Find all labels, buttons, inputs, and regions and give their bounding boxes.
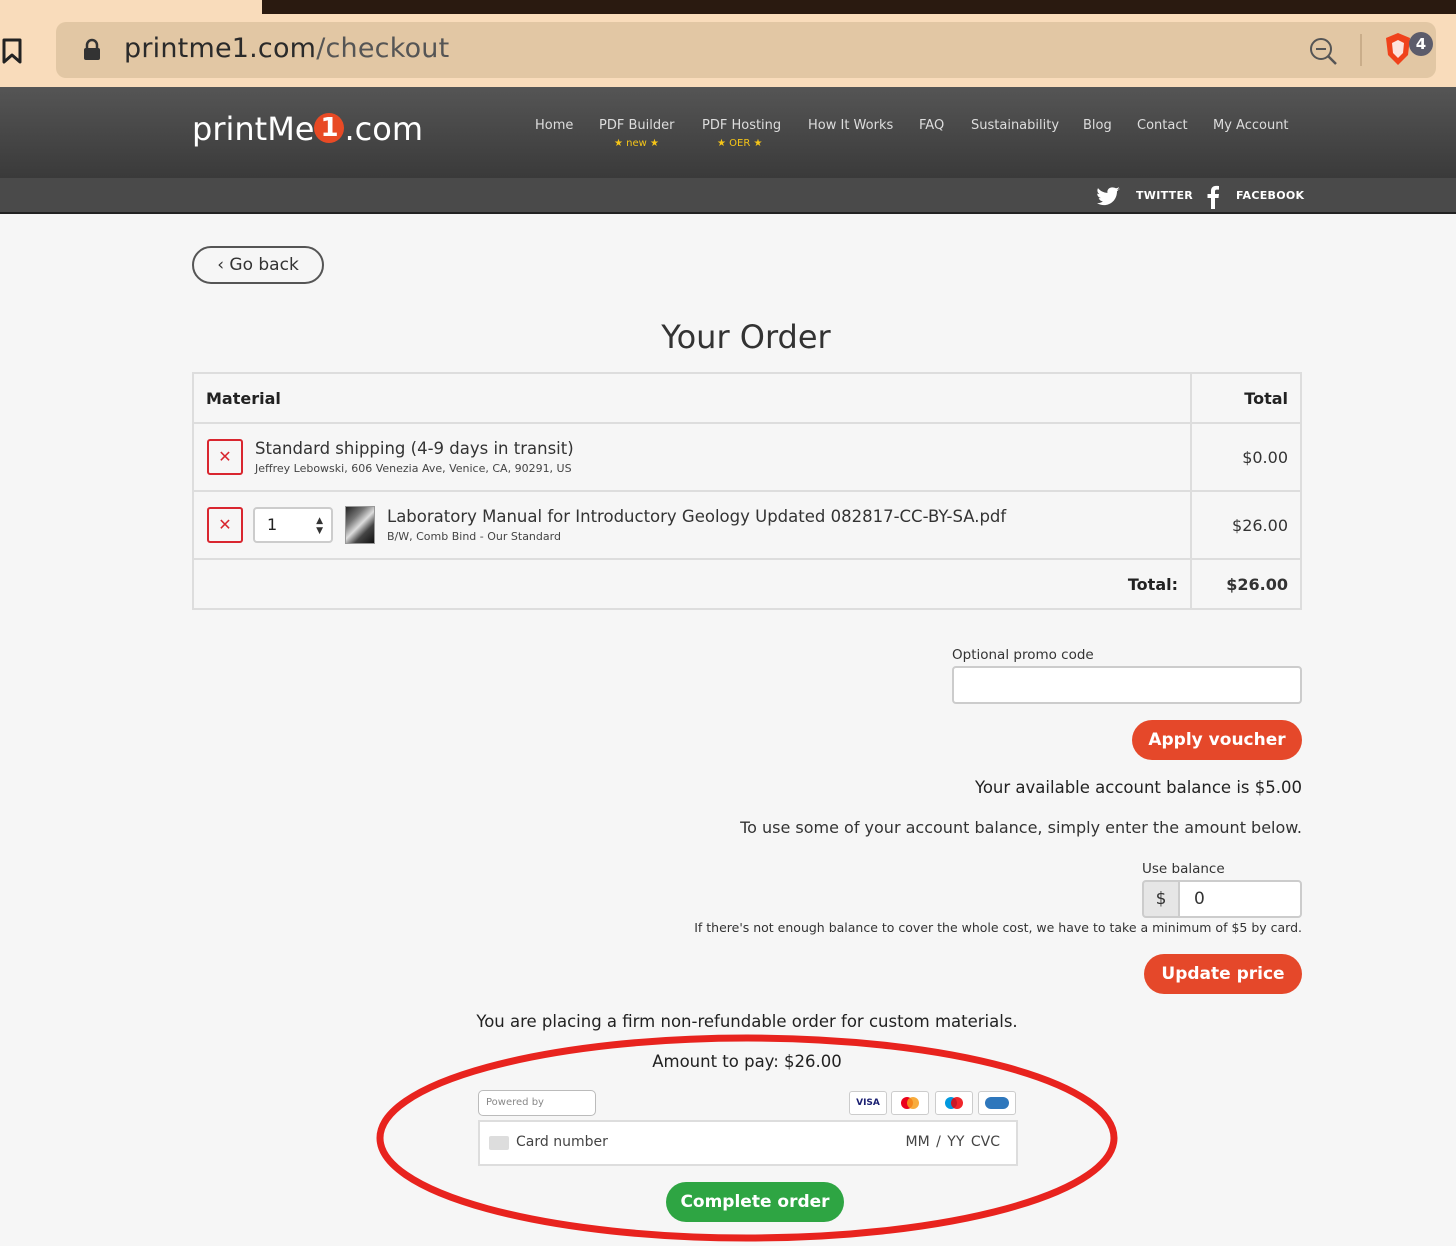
facebook-icon[interactable] — [1206, 185, 1220, 209]
shipping-amount: $0.00 — [1190, 422, 1302, 492]
nav-pdf-builder-badge-text: new — [626, 138, 647, 149]
promo-code-input[interactable] — [952, 666, 1302, 704]
nav-blog[interactable]: Blog — [1083, 118, 1112, 133]
go-back-button[interactable]: ‹ Go back — [192, 246, 324, 284]
stepper-arrows-icon[interactable]: ▲ ▼ — [316, 509, 323, 536]
total-row: Total: $26.00 — [192, 558, 1302, 610]
remove-item-button[interactable]: ✕ — [207, 507, 243, 543]
bookmark-icon[interactable] — [2, 38, 24, 64]
zoom-out-icon[interactable] — [1308, 36, 1338, 66]
currency-addon: $ — [1142, 880, 1180, 918]
promo-code-label: Optional promo code — [952, 647, 1094, 663]
nav-sustainability[interactable]: Sustainability — [971, 118, 1059, 133]
twitter-link[interactable]: TWITTER — [1136, 189, 1193, 202]
firm-order-notice: You are placing a firm non-refundable or… — [476, 1012, 1018, 1031]
twitter-icon[interactable] — [1097, 186, 1121, 206]
shipping-address: Jeffrey Lebowski, 606 Venezia Ave, Venic… — [255, 462, 572, 475]
brave-shield-icon[interactable] — [1383, 31, 1413, 67]
lock-icon — [84, 38, 100, 60]
quantity-stepper[interactable]: 1 ▲ ▼ — [253, 507, 333, 543]
item-thumbnail — [345, 506, 375, 544]
shipping-row: ✕ Standard shipping (4-9 days in transit… — [192, 422, 1302, 492]
minimum-card-note: If there's not enough balance to cover t… — [694, 920, 1302, 935]
toolbar-divider — [1360, 34, 1362, 66]
shipping-cell: ✕ Standard shipping (4-9 days in transit… — [192, 422, 1192, 492]
apply-voucher-button[interactable]: Apply voucher — [1132, 720, 1302, 760]
browser-tabstrip — [262, 0, 1456, 14]
item-options: B/W, Comb Bind - Our Standard — [387, 530, 561, 543]
nav-contact[interactable]: Contact — [1137, 118, 1188, 133]
chevron-left-icon: ‹ — [217, 255, 230, 275]
use-balance-input[interactable]: 0 — [1178, 880, 1302, 918]
item-row: ✕ 1 ▲ ▼ Laboratory Manual for Introductory… — [192, 490, 1302, 560]
use-balance-field: $ 0 — [1142, 880, 1302, 918]
shipping-title: Standard shipping (4-9 days in transit) — [255, 439, 574, 458]
total-amount: $26.00 — [1190, 558, 1302, 610]
use-balance-label: Use balance — [1142, 861, 1225, 877]
nav-pdf-hosting[interactable]: PDF Hosting — [702, 118, 781, 133]
total-label: Total: — [192, 558, 1192, 610]
available-balance-text: Your available account balance is $5.00 — [974, 778, 1302, 797]
logo-one-badge: 1 — [314, 113, 345, 143]
page-title: Your Order — [661, 318, 831, 356]
material-header: Material — [192, 372, 1192, 424]
url-host: printme1.com — [124, 33, 317, 64]
order-table: Material Total ✕ Standard shipping (4-9 … — [192, 372, 1302, 610]
total-header: Total — [1190, 372, 1302, 424]
update-price-button[interactable]: Update price — [1144, 954, 1302, 994]
nav-pdf-builder[interactable]: PDF Builder — [599, 118, 674, 133]
item-amount: $26.00 — [1190, 490, 1302, 560]
site-logo[interactable]: printMe 1 .com — [192, 110, 423, 148]
url-path: /checkout — [316, 33, 450, 64]
go-back-label: Go back — [229, 255, 299, 275]
shield-count-badge: 4 — [1409, 32, 1433, 56]
highlight-ellipse-annotation — [376, 1034, 1118, 1242]
facebook-link[interactable]: FACEBOOK — [1236, 189, 1304, 202]
balance-instructions: To use some of your account balance, sim… — [740, 818, 1302, 837]
quantity-value: 1 — [267, 515, 278, 534]
nav-pdf-hosting-badge-text: OER — [729, 138, 751, 149]
nav-home[interactable]: Home — [535, 118, 573, 133]
logo-text-post: .com — [344, 110, 423, 148]
nav-how-it-works[interactable]: How It Works — [808, 118, 893, 133]
url-text[interactable]: printme1.com/checkout — [124, 33, 449, 64]
nav-pdf-hosting-badge: ★ OER ★ — [717, 138, 763, 149]
logo-text-pre: printMe — [192, 110, 315, 148]
nav-pdf-builder-badge: ★ new ★ — [614, 138, 659, 149]
nav-faq[interactable]: FAQ — [919, 118, 944, 133]
item-cell: ✕ 1 ▲ ▼ Laboratory Manual for Introductory… — [192, 490, 1192, 560]
item-title: Laboratory Manual for Introductory Geolo… — [387, 507, 1007, 526]
nav-my-account[interactable]: My Account — [1213, 118, 1289, 133]
remove-shipping-button[interactable]: ✕ — [207, 439, 243, 475]
table-header-row: Material Total — [192, 372, 1302, 424]
